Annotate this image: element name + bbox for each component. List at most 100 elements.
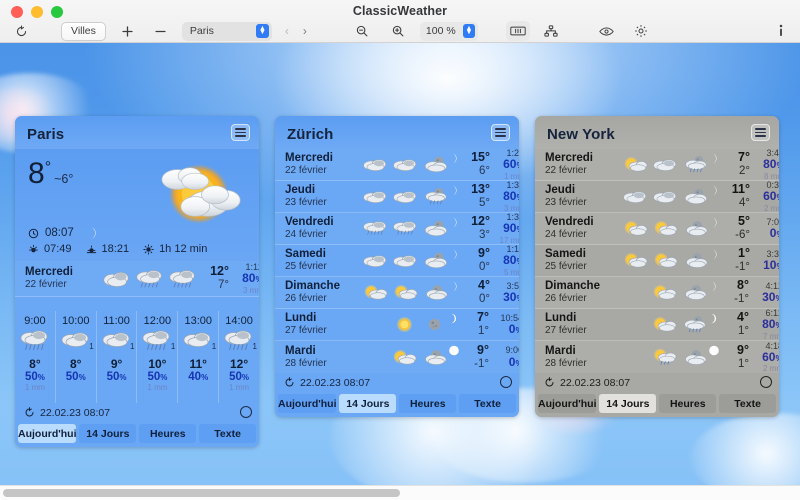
table-row[interactable]: Mardi 28 février 9° 1° 4:1 60 2 m bbox=[535, 341, 779, 373]
table-row[interactable]: Lundi 27 février 7° 1° 10:5 0 bbox=[275, 309, 519, 341]
tab-texte[interactable]: Texte bbox=[719, 394, 777, 413]
hour-cell[interactable]: 14:00 1 12° 50% 1 mm bbox=[219, 311, 259, 403]
weather-card-zurich[interactable]: Zürich Mercredi 22 février 15° 6° 1:2 60… bbox=[275, 116, 519, 417]
card-city-name: Paris bbox=[27, 126, 65, 143]
nav-back-button[interactable]: ‹ bbox=[278, 24, 296, 38]
table-row[interactable]: Mardi 28 février 9° -1° 9:0 0 bbox=[275, 341, 519, 373]
moon-phase-icon bbox=[450, 151, 460, 179]
tab-heures[interactable]: Heures bbox=[659, 394, 717, 413]
zoom-out-icon[interactable] bbox=[350, 21, 374, 41]
refresh-icon[interactable] bbox=[9, 21, 33, 41]
day-label-group: Vendredi 24 février bbox=[285, 216, 361, 240]
tab-14-jours[interactable]: 14 Jours bbox=[79, 424, 137, 443]
table-row[interactable]: Lundi 27 février 4° 1° 6:1 80 7 m bbox=[535, 308, 779, 341]
nav-forward-button[interactable]: › bbox=[296, 24, 314, 38]
card-menu-button[interactable] bbox=[491, 124, 510, 141]
table-row[interactable]: Dimanche 26 février 8° -1° 4:1 30 bbox=[535, 277, 779, 309]
table-row[interactable]: Mercredi 22 février 15° 6° 1:2 60 1 m bbox=[275, 148, 519, 181]
table-row[interactable]: Vendredi 24 février 12° 3° 1:3 90 17 m bbox=[275, 212, 519, 245]
hour-wind: 1 bbox=[211, 342, 217, 351]
eye-icon[interactable] bbox=[595, 21, 619, 41]
tab-14-jours[interactable]: 14 Jours bbox=[339, 394, 397, 413]
day-weather-icons bbox=[621, 282, 709, 303]
hour-temp: 10° bbox=[148, 357, 167, 371]
hour-temp: 11° bbox=[189, 357, 207, 371]
day-weather-icons bbox=[361, 186, 450, 207]
hour-cell[interactable]: 11:00 1 9° 50% bbox=[97, 311, 138, 403]
table-row[interactable]: Samedi 25 février 1° -1° 3:3 10 bbox=[535, 245, 779, 277]
city-selector-value: Paris bbox=[189, 25, 214, 37]
day-precip-percent: 80 bbox=[503, 189, 517, 204]
scrollbar-thumb[interactable] bbox=[3, 489, 400, 497]
hour-time: 14:00 bbox=[225, 315, 253, 327]
tab-texte[interactable]: Texte bbox=[199, 424, 257, 443]
table-row[interactable]: Mercredi 22 février 7° 2° 3:4 80 8 m bbox=[535, 148, 779, 181]
hour-precip-percent: 50 bbox=[229, 371, 242, 383]
day-temperatures: 7° 1° bbox=[459, 311, 489, 338]
hour-precip-percent: 50 bbox=[106, 371, 120, 383]
hour-cell[interactable]: 9:00 8° 50% 1 mm bbox=[15, 311, 56, 403]
day-low: 5° bbox=[479, 197, 490, 210]
tab-heures[interactable]: Heures bbox=[399, 394, 457, 413]
card-tabs: Aujourd'hui 14 Jours Heures Texte bbox=[275, 392, 519, 417]
hour-cell[interactable]: 13:00 1 11° 40% bbox=[178, 311, 220, 403]
table-row[interactable]: Jeudi 23 février 11° 4° 0:3 60 2 m bbox=[535, 180, 779, 213]
day-name: Jeudi bbox=[545, 184, 576, 197]
refresh-icon[interactable] bbox=[284, 377, 295, 388]
tab-heures[interactable]: Heures bbox=[139, 424, 197, 443]
hour-cell[interactable]: 10:00 1 8° 50% bbox=[56, 311, 97, 403]
table-row[interactable]: Samedi 25 février 9° 0° 1:1 80 5 m bbox=[275, 244, 519, 277]
tab-aujourdhui[interactable]: Aujourd'hui bbox=[278, 394, 337, 413]
day-label-group: Lundi 27 février bbox=[285, 312, 361, 336]
card-menu-button[interactable] bbox=[231, 124, 250, 141]
add-city-button[interactable] bbox=[116, 21, 140, 41]
refresh-icon[interactable] bbox=[24, 407, 35, 418]
refresh-icon[interactable] bbox=[544, 377, 555, 388]
day-temperatures: 11° 4° bbox=[720, 183, 750, 210]
weather-card-new-york[interactable]: New York Mercredi 22 février 7° 2° 3:4 8… bbox=[535, 116, 779, 417]
table-row[interactable]: Jeudi 23 février 13° 5° 1:3 80 3 m bbox=[275, 180, 519, 213]
hour-temp: 8° bbox=[29, 357, 41, 371]
day-temperatures: 7° 2° bbox=[720, 151, 750, 178]
today-forecast-row[interactable]: Mercredi 22 février 12° 7° 1:1 80 3 m bbox=[15, 261, 259, 297]
table-row[interactable]: Dimanche 26 février 4° 0° 3:5 30 bbox=[275, 277, 519, 309]
refresh-status-indicator[interactable] bbox=[760, 376, 772, 388]
moon-cloud-rain-icon bbox=[425, 187, 447, 205]
day-precipitation: 1:36 80% 3 mm bbox=[490, 180, 519, 213]
hour-temp: 8° bbox=[70, 357, 82, 371]
card-menu-button[interactable] bbox=[751, 124, 770, 141]
tab-texte[interactable]: Texte bbox=[459, 394, 517, 413]
city-selector[interactable]: Paris ▲ ▼ bbox=[181, 21, 272, 41]
day-name: Mercredi bbox=[545, 152, 593, 165]
tab-aujourdhui[interactable]: Aujourd'hui bbox=[18, 424, 77, 443]
moon-behind-cloud-icon bbox=[686, 253, 708, 268]
tab-14-jours[interactable]: 14 Jours bbox=[599, 394, 657, 413]
day-date: 28 février bbox=[285, 357, 327, 369]
day-weather-icons bbox=[621, 218, 710, 239]
horizontal-scrollbar[interactable] bbox=[0, 485, 800, 500]
cloudy-icon bbox=[103, 271, 129, 287]
zoom-level-field[interactable]: 100 % ▲ ▼ bbox=[419, 21, 478, 41]
day-precipitation: 1:24 60% 1 mm bbox=[490, 148, 519, 181]
refresh-status-indicator[interactable] bbox=[240, 406, 252, 418]
tab-aujourdhui[interactable]: Aujourd'hui bbox=[538, 394, 597, 413]
sun-cloud-rain-icon bbox=[654, 348, 677, 365]
remove-city-button[interactable] bbox=[149, 21, 173, 41]
weather-card-paris[interactable]: Paris 8°~6° 08:07 07:49 18:21 1h 12 min … bbox=[15, 116, 259, 447]
day-precipitation: 3:36 10% bbox=[750, 249, 779, 273]
day-low: 1° bbox=[478, 325, 489, 338]
zoom-stepper[interactable]: ▲ ▼ bbox=[462, 24, 475, 38]
hierarchy-icon[interactable] bbox=[539, 21, 563, 41]
cities-button[interactable]: Villes bbox=[61, 21, 106, 41]
hour-temp: 9° bbox=[110, 357, 123, 371]
columns-layout-icon[interactable] bbox=[505, 21, 530, 41]
hour-precip-percent: 50 bbox=[65, 371, 79, 383]
zoom-in-icon[interactable] bbox=[386, 21, 410, 41]
table-row[interactable]: Vendredi 24 février 5° -6° 7:0 0 bbox=[535, 213, 779, 245]
gear-icon[interactable] bbox=[629, 21, 653, 41]
hour-cell[interactable]: 12:00 1 10° 50% 1 mm bbox=[137, 311, 179, 403]
day-high: 9° bbox=[477, 342, 489, 357]
chevron-updown-icon[interactable]: ▲ ▼ bbox=[255, 24, 269, 38]
info-icon[interactable] bbox=[769, 21, 793, 41]
refresh-status-indicator[interactable] bbox=[500, 376, 512, 388]
